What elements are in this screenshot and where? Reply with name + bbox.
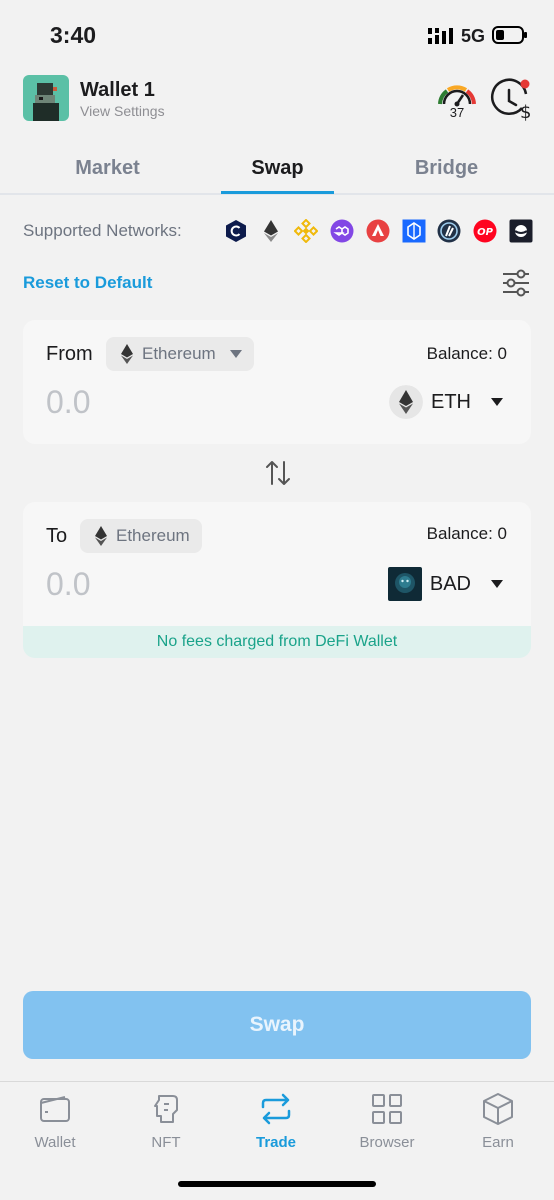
supported-networks-label: Supported Networks: xyxy=(23,221,182,240)
nav-browser[interactable]: Browser xyxy=(337,1092,437,1151)
earn-icon xyxy=(483,1093,513,1125)
svg-text:$: $ xyxy=(520,102,531,122)
ethereum-icon xyxy=(264,220,278,242)
to-label: To xyxy=(46,525,68,547)
view-settings-link[interactable]: View Settings xyxy=(80,103,165,119)
to-amount-input[interactable]: 0.0 xyxy=(46,566,90,603)
to-balance: Balance: 0 xyxy=(426,524,507,543)
home-indicator xyxy=(178,1181,376,1187)
transaction-history-icon[interactable]: $ xyxy=(490,78,534,122)
to-token-selector[interactable]: BAD xyxy=(387,567,503,601)
chevron-down-icon xyxy=(229,350,242,358)
gauge-value: 37 xyxy=(449,105,465,120)
tab-bridge[interactable]: Bridge xyxy=(390,157,503,180)
from-chain-selector[interactable]: Ethereum xyxy=(106,337,254,371)
reset-to-default-link[interactable]: Reset to Default xyxy=(23,273,152,293)
network-type: 5G xyxy=(461,26,486,46)
tab-swap[interactable]: Swap xyxy=(221,157,334,180)
from-balance: Balance: 0 xyxy=(426,344,507,363)
battery-icon xyxy=(492,26,527,44)
ethereum-icon xyxy=(95,526,107,546)
swap-direction-icon[interactable] xyxy=(264,458,292,488)
status-bar: 3:40 5G xyxy=(0,0,554,70)
from-label: From xyxy=(46,343,93,365)
notification-dot xyxy=(520,79,530,89)
nav-trade-label: Trade xyxy=(255,1134,297,1151)
nav-wallet[interactable]: Wallet xyxy=(5,1092,105,1151)
wallet-icon xyxy=(40,1096,70,1122)
chevron-down-icon xyxy=(491,580,503,588)
to-chain-name: Ethereum xyxy=(116,526,190,545)
signal-icon xyxy=(428,28,453,44)
nft-icon xyxy=(154,1095,178,1123)
wallet-name[interactable]: Wallet 1 xyxy=(80,79,155,102)
fees-notice: No fees charged from DeFi Wallet xyxy=(23,626,531,658)
settings-sliders-icon[interactable] xyxy=(502,268,530,298)
polygon-icon xyxy=(330,219,354,243)
avatar[interactable] xyxy=(23,75,69,121)
reset-row: Reset to Default xyxy=(23,268,533,302)
optimism-icon: OP xyxy=(473,219,497,243)
nav-browser-label: Browser xyxy=(359,1134,415,1151)
bnb-icon xyxy=(294,219,318,243)
from-token-selector[interactable]: ETH xyxy=(389,385,503,419)
ethereum-icon xyxy=(121,344,133,364)
svg-text:OP: OP xyxy=(477,227,494,238)
fantom-icon xyxy=(402,219,426,243)
tab-market[interactable]: Market xyxy=(51,157,164,180)
nav-earn-label: Earn xyxy=(482,1134,514,1151)
from-token-symbol: ETH xyxy=(431,390,471,413)
browser-icon xyxy=(372,1094,402,1124)
to-card: To Ethereum Balance: 0 0.0 BAD No fees c… xyxy=(23,502,531,658)
nav-trade[interactable]: Trade xyxy=(226,1092,326,1151)
nav-nft-label: NFT xyxy=(151,1134,181,1151)
from-chain-name: Ethereum xyxy=(142,344,216,363)
to-chain-selector[interactable]: Ethereum xyxy=(80,519,202,553)
bad-token-icon xyxy=(387,567,422,601)
chevron-down-icon xyxy=(491,398,503,406)
from-card: From Ethereum Balance: 0 0.0 ETH xyxy=(23,320,531,444)
nav-nft[interactable]: NFT xyxy=(116,1092,216,1151)
nav-earn[interactable]: Earn xyxy=(448,1092,548,1151)
active-tab-indicator xyxy=(221,191,334,194)
from-amount-input[interactable]: 0.0 xyxy=(46,384,90,421)
supported-networks: Supported Networks: OP xyxy=(23,218,533,246)
status-time: 3:40 xyxy=(50,22,97,48)
eth-token-icon xyxy=(389,385,423,419)
cosmos-icon xyxy=(509,219,533,243)
trade-tabs: Market Swap Bridge xyxy=(0,145,554,195)
arbitrum-icon xyxy=(437,219,461,243)
swap-button[interactable]: Swap xyxy=(23,991,531,1059)
cronos-icon xyxy=(226,220,246,242)
trade-icon xyxy=(261,1093,291,1125)
to-token-symbol: BAD xyxy=(429,572,471,595)
header: Wallet 1 View Settings 37 $ xyxy=(0,70,554,130)
avalanche-icon xyxy=(366,219,390,243)
pixel-avatar-icon xyxy=(23,75,69,121)
nav-wallet-label: Wallet xyxy=(34,1134,76,1151)
